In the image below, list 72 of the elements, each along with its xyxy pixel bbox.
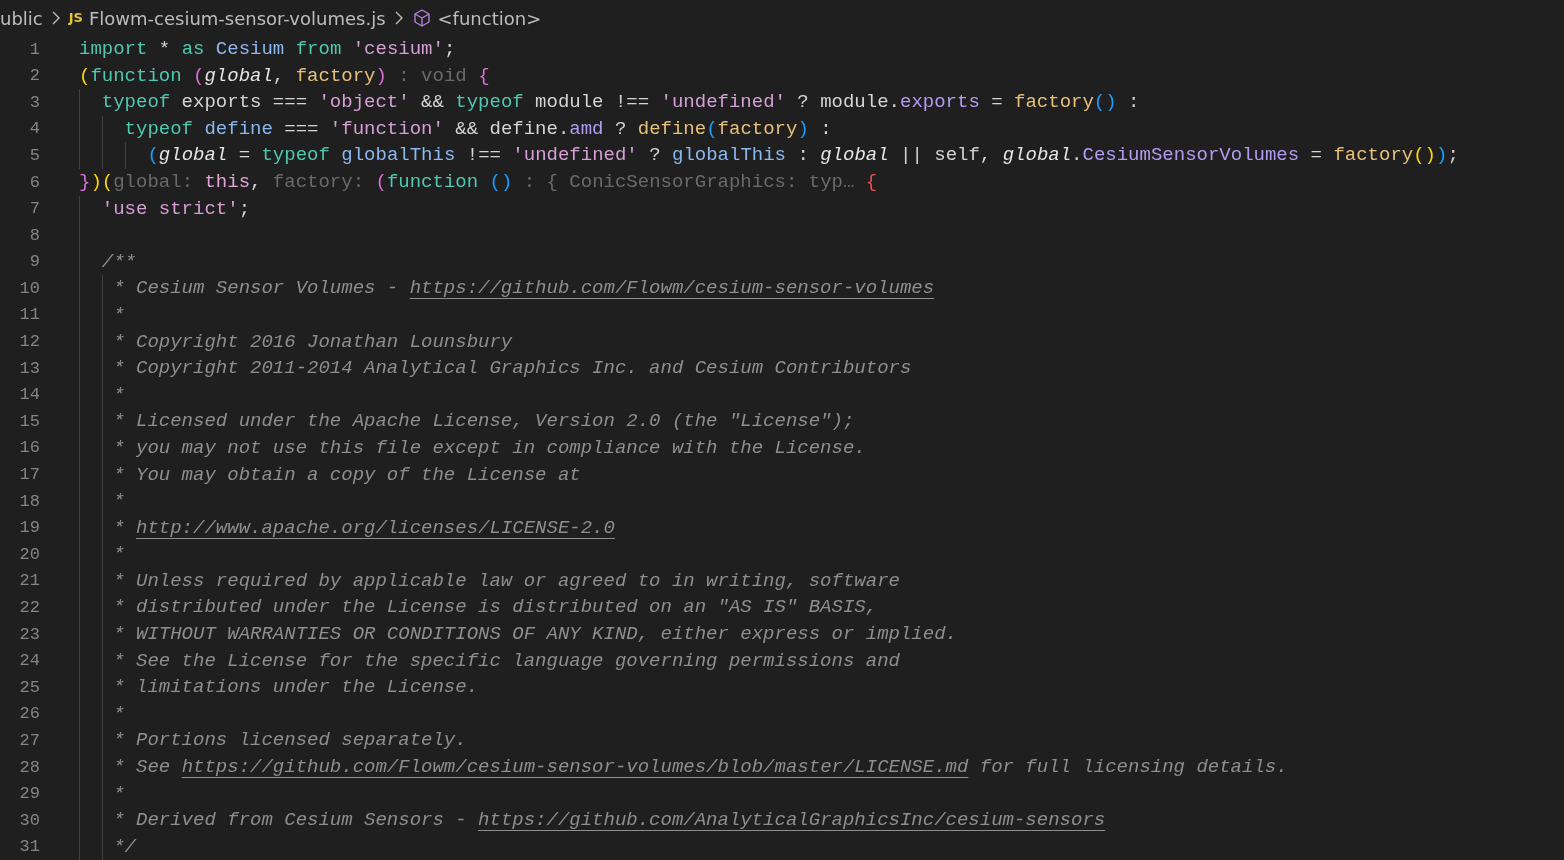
line-number: 23 <box>18 623 40 646</box>
code-line: * <box>79 488 125 515</box>
cube-icon <box>411 8 432 28</box>
code-line: * <box>79 301 125 329</box>
code-line: * You may obtain a copy of the License at <box>79 461 581 489</box>
line-number: 30 <box>18 809 40 832</box>
code-line: * distributed under the License is distributed on an "AS IS" BASIS, <box>79 594 878 622</box>
code-link[interactable]: https://github.com/Flowm/cesium-sensor-volumes/blob/master/LICENSE.md <box>181 756 969 779</box>
code-line: * Unless required by applicable law or agreed to in writing, software <box>79 567 900 595</box>
line-number: 7 <box>28 198 40 221</box>
code-link[interactable]: https://github.com/AnalyticalGraphicsInc/cesium-sensors <box>478 809 1106 832</box>
code-line: * <box>79 780 125 808</box>
code-line: typeof exports === 'object' && typeof module !== 'undefined' ? module.exports = factory() : <box>79 89 1140 116</box>
line-number: 15 <box>18 410 40 433</box>
code-line: /** <box>79 248 136 276</box>
line-number: 22 <box>18 597 40 619</box>
line-number: 5 <box>28 144 40 167</box>
line-number: 19 <box>18 517 40 540</box>
code-line: * See the License for the specific language governing permissions and <box>79 647 900 675</box>
code-line: * Licensed under the Apache License, Version 2.0 (the "License"); <box>79 408 855 435</box>
code-line: * WITHOUT WARRANTIES OR CONDITIONS OF ANY KIND, either express or implied. <box>79 621 957 648</box>
line-number: 3 <box>28 91 40 114</box>
code-line: * <box>79 381 125 409</box>
code-link[interactable]: https://github.com/Flowm/cesium-sensor-volumes <box>409 277 935 300</box>
line-number: 16 <box>18 437 40 460</box>
chevron-right-icon <box>50 10 61 26</box>
breadcrumb-item[interactable]: ublic <box>0 4 43 32</box>
code-line: * Copyright 2011-2014 Analytical Graphics Inc. and Cesium Contributors <box>79 355 912 382</box>
code-line: * limitations under the License. <box>79 674 479 701</box>
breadcrumb-item[interactable]: <function> <box>437 4 542 32</box>
line-number: 21 <box>18 570 40 593</box>
line-number: 25 <box>18 676 40 699</box>
line-number: 4 <box>28 118 40 141</box>
line-number: 6 <box>28 171 40 194</box>
code-line: })(global: this, factory: (function () : { ConicSensorGraphics: typ… { <box>79 169 878 195</box>
code-line: * Portions licensed separately. <box>79 727 467 755</box>
line-number: 29 <box>18 783 40 806</box>
line-number: 11 <box>18 304 40 327</box>
line-number: 12 <box>18 331 40 354</box>
chevron-right-icon <box>393 10 404 26</box>
line-number: 13 <box>18 357 40 380</box>
line-number: 27 <box>18 730 40 752</box>
file-type-icon: JS <box>68 8 83 28</box>
code-line: * you may not use this file except in compliance with the License. <box>79 434 866 462</box>
code-line: typeof define === 'function' && define.amd ? define(factory) : <box>79 115 832 143</box>
line-number: 8 <box>28 224 40 247</box>
code-line: import * as Cesium from 'cesium'; <box>79 37 456 62</box>
line-number: 26 <box>18 703 40 726</box>
code-line: * <box>79 541 125 568</box>
line-number: 20 <box>18 543 40 566</box>
code-link[interactable]: http://www.apache.org/licenses/LICENSE-2.0 <box>136 516 615 539</box>
code-line: */ <box>79 833 136 860</box>
code-line: 'use strict'; <box>79 195 251 223</box>
code-line: * http://www.apache.org/licenses/LICENSE-2.0 <box>79 514 615 542</box>
line-number: 28 <box>18 756 40 779</box>
line-number: 24 <box>18 650 40 673</box>
line-number: 18 <box>18 490 40 513</box>
line-number: 9 <box>28 251 40 274</box>
line-number: 1 <box>28 38 40 61</box>
line-number: 17 <box>18 464 40 487</box>
line-number: 2 <box>28 65 40 88</box>
line-number: 14 <box>18 384 40 407</box>
code-line: (function (global, factory) : void { <box>79 63 490 89</box>
code-line: * Derived from Cesium Sensors - https://github.com/AnalyticalGraphicsInc/cesium-sensors <box>79 807 1106 834</box>
code-line: * <box>79 700 125 728</box>
line-number: 31 <box>18 836 40 859</box>
code-line: * Copyright 2016 Jonathan Lounsbury <box>79 328 513 356</box>
code-line: * Cesium Sensor Volumes - https://github.com/Flowm/cesium-sensor-volumes <box>79 275 935 302</box>
breadcrumb-item[interactable]: Flowm-cesium-sensor-volumes.js <box>88 4 386 32</box>
code-line: (global = typeof globalThis !== 'undefined' ? globalThis : global || self, global.CesiumSensorVolumes = factory()); <box>79 142 1459 169</box>
code-line: * See https://github.com/Flowm/cesium-sensor-volumes/blob/master/LICENSE.md for full licensing details. <box>79 754 1288 781</box>
line-number: 10 <box>18 277 40 300</box>
